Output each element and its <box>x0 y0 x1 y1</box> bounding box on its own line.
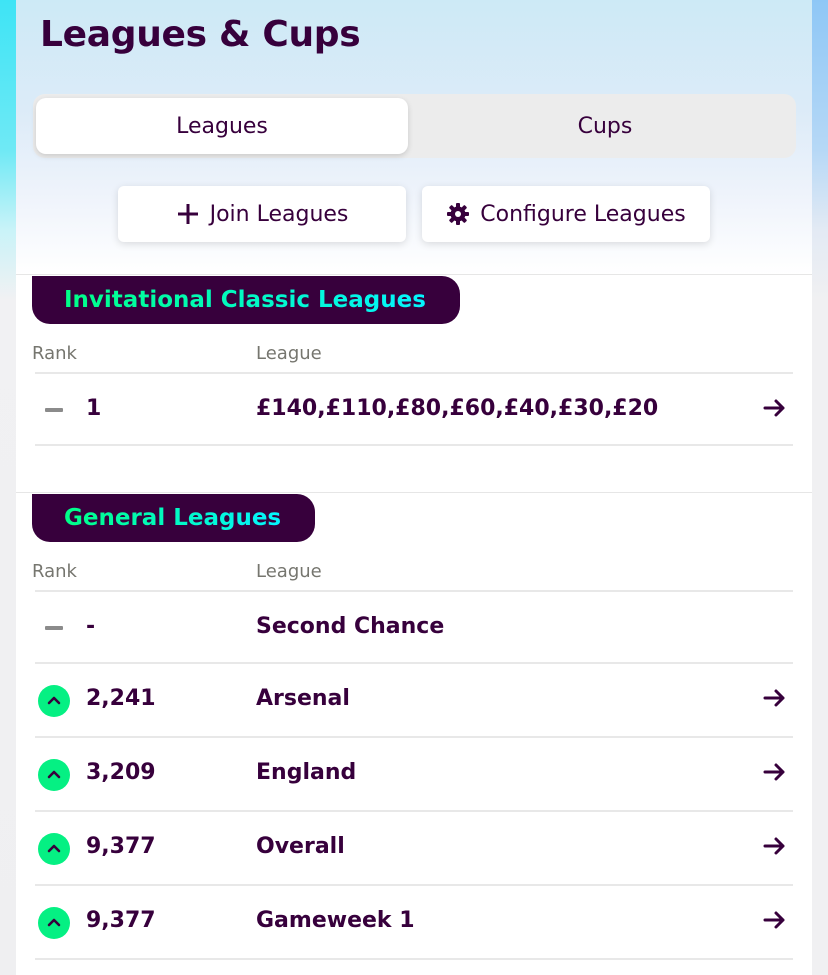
league-row[interactable]: 9,377 Gameweek 1 <box>35 886 793 960</box>
section-divider <box>16 274 812 275</box>
league-rank: - <box>86 614 96 639</box>
plus-icon <box>176 202 200 226</box>
league-name: Arsenal <box>256 686 350 711</box>
configure-leagues-label: Configure Leagues <box>480 201 686 227</box>
configure-leagues-button[interactable]: Configure Leagues <box>422 186 710 242</box>
league-row[interactable]: 3,209 England <box>35 738 793 812</box>
league-row[interactable]: 1 £140,£110,£80,£60,£40,£30,£20 <box>35 372 793 446</box>
join-leagues-label: Join Leagues <box>209 201 349 227</box>
league-name: Overall <box>256 834 345 859</box>
movement-up-icon <box>38 833 70 865</box>
movement-up-icon <box>38 685 70 717</box>
league-name: Second Chance <box>256 614 445 639</box>
movement-same-icon <box>45 408 63 412</box>
section-title-general: General Leagues <box>64 505 282 531</box>
league-row[interactable]: 9,377 Overall <box>35 812 793 886</box>
column-header-league: League <box>256 343 322 364</box>
arrow-right-icon[interactable] <box>763 396 787 420</box>
section-header-general: General Leagues <box>32 494 315 542</box>
column-header-league: League <box>256 561 322 582</box>
league-rank: 9,377 <box>86 834 156 859</box>
arrow-right-icon[interactable] <box>763 686 787 710</box>
league-row[interactable]: 2,241 Arsenal <box>35 664 793 738</box>
movement-up-icon <box>38 759 70 791</box>
section-header-invitational: Invitational Classic Leagues <box>32 276 460 324</box>
tab-bar: Leagues Cups <box>33 94 796 158</box>
league-rank: 2,241 <box>86 686 156 711</box>
leagues-card: Leagues & Cups Leagues Cups Join Leagues <box>16 0 812 975</box>
league-name: £140,£110,£80,£60,£40,£30,£20 <box>256 396 659 421</box>
background-edge-left <box>0 0 16 975</box>
arrow-right-icon[interactable] <box>763 908 787 932</box>
league-name: Gameweek 1 <box>256 908 415 933</box>
league-name: England <box>256 760 357 785</box>
gear-icon <box>446 202 470 226</box>
page-title: Leagues & Cups <box>40 14 361 55</box>
column-header-rank: Rank <box>32 561 77 582</box>
section-divider <box>16 492 812 493</box>
section-title-invitational: Invitational Classic Leagues <box>64 287 426 313</box>
league-rank: 9,377 <box>86 908 156 933</box>
tab-cups[interactable]: Cups <box>419 98 791 154</box>
background-edge-right <box>812 0 828 975</box>
tab-leagues[interactable]: Leagues <box>36 98 408 154</box>
league-rank: 1 <box>86 396 102 421</box>
league-rank: 3,209 <box>86 760 156 785</box>
league-row[interactable]: - Second Chance <box>35 590 793 664</box>
arrow-right-icon[interactable] <box>763 760 787 784</box>
movement-up-icon <box>38 907 70 939</box>
arrow-right-icon[interactable] <box>763 834 787 858</box>
column-header-rank: Rank <box>32 343 77 364</box>
join-leagues-button[interactable]: Join Leagues <box>118 186 406 242</box>
movement-same-icon <box>45 626 63 630</box>
